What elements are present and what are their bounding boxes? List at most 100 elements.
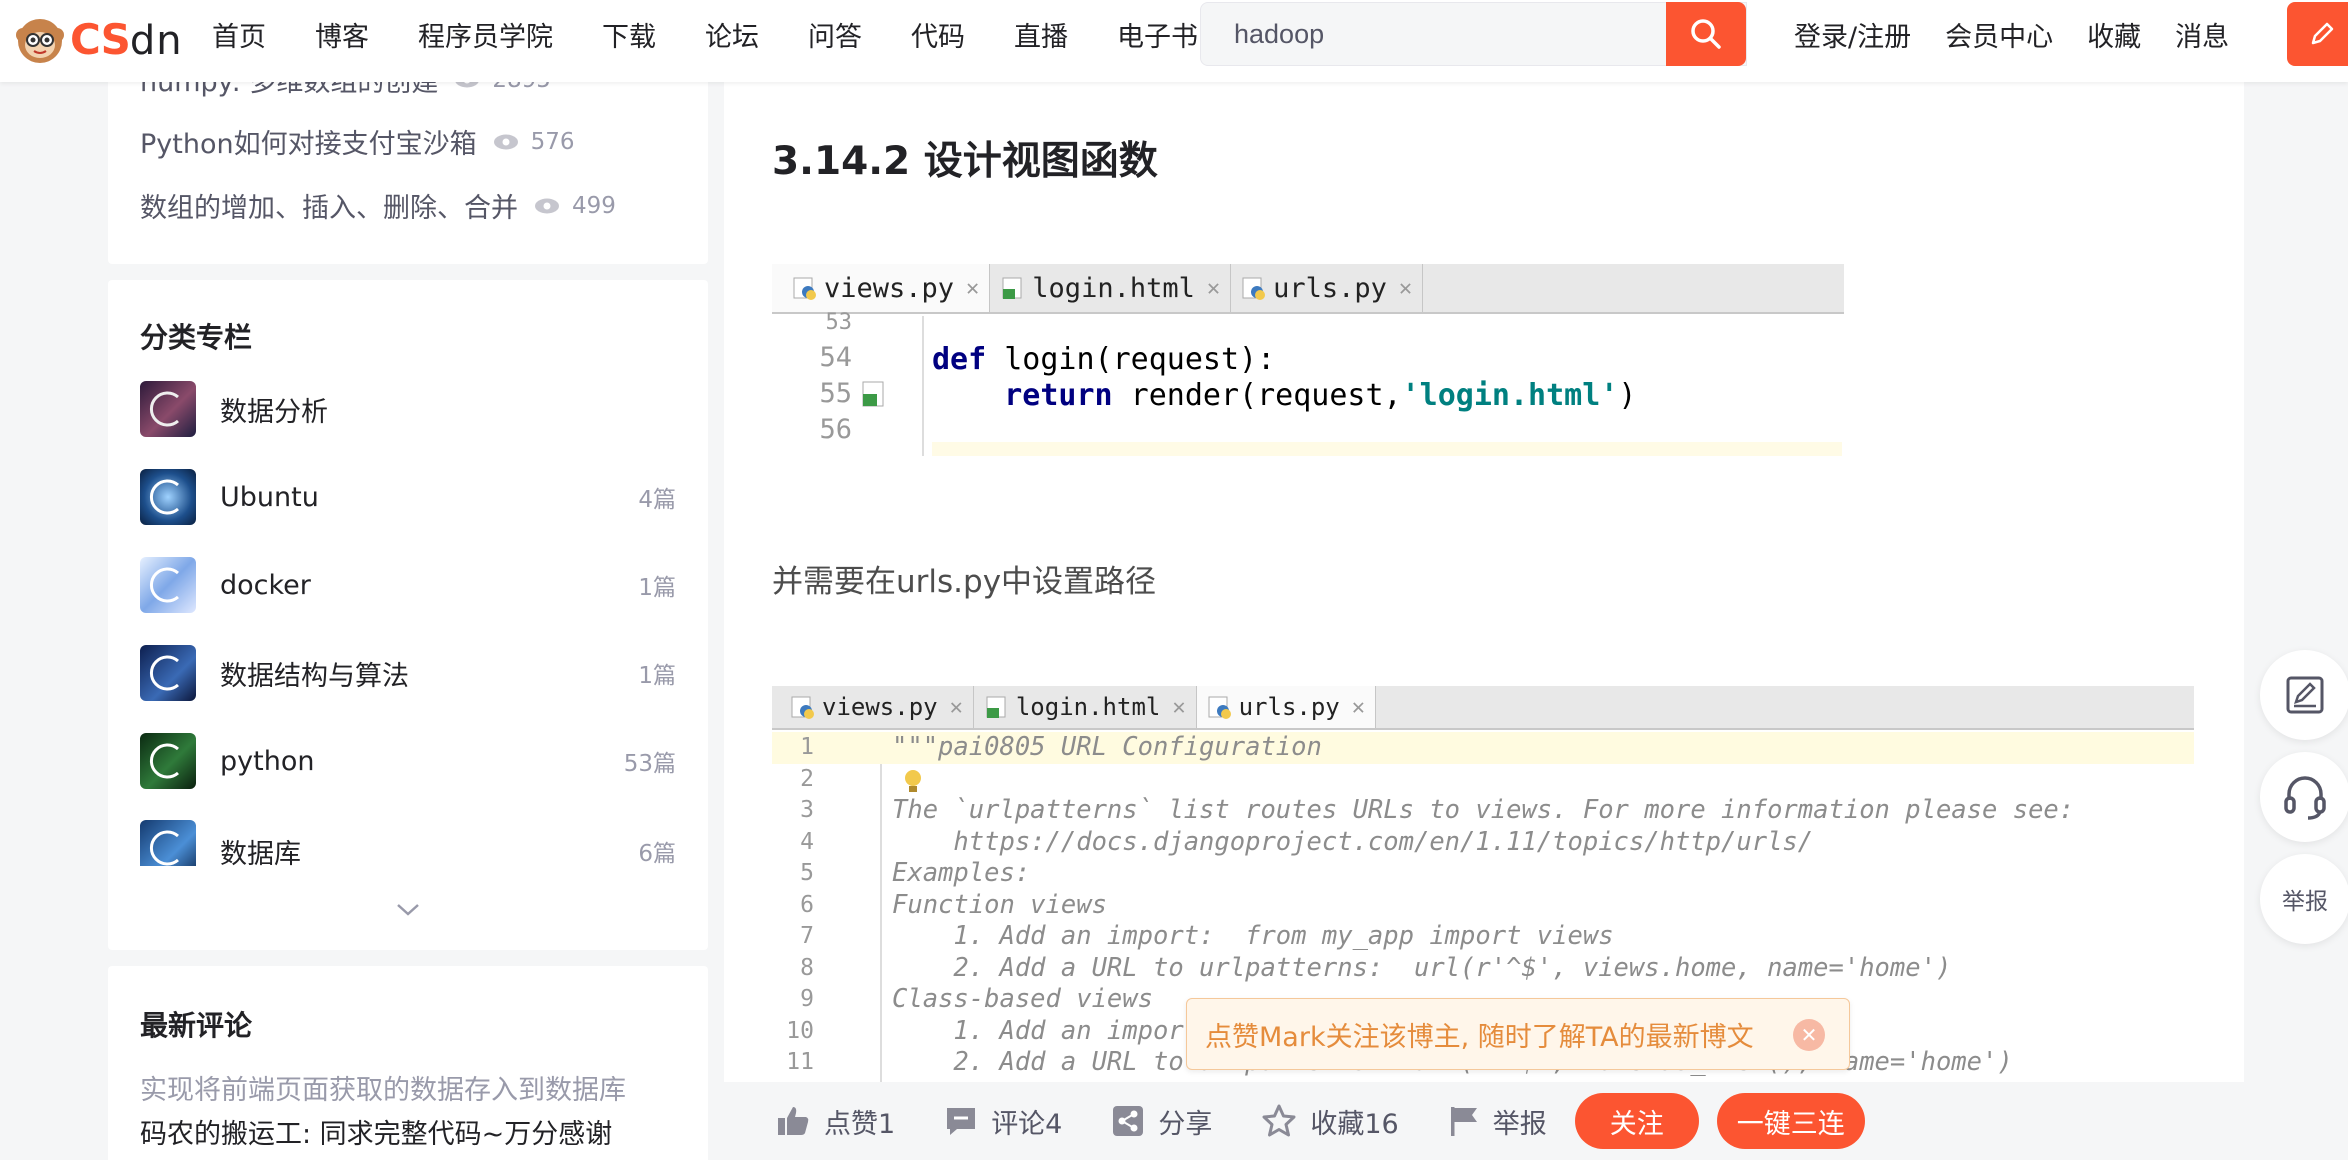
- star-icon: [1262, 1104, 1296, 1137]
- comment-button[interactable]: 评论4: [945, 1102, 1062, 1141]
- editor-tab: views.py ✕: [772, 264, 991, 312]
- comment-count: 评论4: [991, 1108, 1063, 1140]
- search-icon: [1691, 19, 1721, 49]
- vip-center-link[interactable]: 会员中心: [1945, 15, 2053, 54]
- code-line: The `urlpatterns` list routes URLs to vi…: [892, 795, 2075, 825]
- logo-mascot-icon: [14, 13, 66, 65]
- favorites-link[interactable]: 收藏: [2087, 15, 2141, 54]
- code-line: """pai0805 URL Configuration: [892, 732, 1322, 762]
- column-count: 53篇: [623, 751, 676, 777]
- column-thumbnail: [140, 469, 196, 525]
- close-tab-icon: ✕: [1172, 694, 1186, 720]
- python-file-icon: [792, 275, 818, 301]
- edit-note-icon: [2286, 676, 2324, 714]
- line-number: 7: [800, 923, 814, 949]
- hot-article-views: 576: [530, 128, 575, 155]
- column-name: 数据分析: [220, 396, 328, 428]
- line-number: 9: [800, 986, 814, 1012]
- like-button[interactable]: 点赞1: [776, 1102, 895, 1141]
- line-number: 2: [800, 765, 814, 792]
- hot-article-item[interactable]: 数组的增加、插入、删除、合并 499: [140, 186, 616, 225]
- nav-qa[interactable]: 问答: [808, 15, 862, 54]
- close-tab-icon: ✕: [966, 275, 980, 301]
- column-thumbnail: [140, 381, 196, 437]
- categories-card: 分类专栏 数据分析 Ubuntu 4篇 docker 1篇 数据结构与算法 1篇…: [108, 280, 708, 950]
- messages-link[interactable]: 消息: [2175, 15, 2229, 54]
- code-line: Function views: [892, 889, 1107, 920]
- code-line: Class-based views: [892, 984, 1153, 1014]
- editor-tab: login.html ✕: [974, 686, 1197, 728]
- line-number: 6: [800, 891, 814, 918]
- csdn-logo[interactable]: CSdn: [14, 8, 183, 70]
- eye-icon: [535, 198, 559, 213]
- close-tab-icon: ✕: [1206, 275, 1221, 301]
- nav-blog[interactable]: 博客: [315, 15, 369, 54]
- column-item[interactable]: 数据分析: [140, 380, 676, 438]
- column-thumbnail: [140, 820, 196, 866]
- customer-service-button[interactable]: [2260, 752, 2348, 842]
- nav-live[interactable]: 直播: [1014, 15, 1068, 54]
- edit-tool-button[interactable]: [2260, 650, 2348, 740]
- column-item[interactable]: 数据结构与算法 1篇: [140, 644, 676, 702]
- line-number: 3: [800, 797, 814, 823]
- comment-text: 码农的搬运工: 同求完整代码~万分感谢: [140, 1119, 613, 1150]
- column-item[interactable]: docker 1篇: [140, 556, 676, 614]
- triple-action-button[interactable]: 一键三连: [1716, 1093, 1865, 1149]
- nav-academy[interactable]: 程序员学院: [418, 15, 553, 54]
- report-label: 举报: [1492, 1108, 1547, 1140]
- login-link[interactable]: 登录/注册: [1794, 15, 1911, 54]
- column-thumbnail: [140, 733, 196, 789]
- search-input[interactable]: [1201, 3, 1746, 65]
- close-tab-icon: ✕: [1398, 275, 1413, 301]
- code-line: Examples:: [892, 858, 1031, 888]
- code-line: https://docs.djangoproject.com/en/1.11/t…: [892, 826, 1814, 857]
- line-number: 1: [800, 734, 814, 760]
- nav-home[interactable]: 首页: [212, 15, 266, 54]
- editor-tab: login.html ✕: [990, 264, 1232, 312]
- nav-code[interactable]: 代码: [911, 15, 965, 54]
- column-thumbnail: [140, 557, 196, 613]
- pen-icon: [2311, 22, 2334, 45]
- column-item[interactable]: 数据库 6篇: [140, 820, 676, 866]
- article-action-bar: 点赞1 评论4 分享 收藏16 举报 关注 一键三连: [724, 1082, 2244, 1160]
- collect-button[interactable]: 收藏16: [1262, 1102, 1399, 1141]
- collect-count: 收藏16: [1310, 1108, 1399, 1140]
- nav-ebook[interactable]: 电子书: [1117, 15, 1198, 54]
- column-name: python: [220, 745, 315, 777]
- nav-forum[interactable]: 论坛: [705, 15, 759, 54]
- column-item[interactable]: python 53篇: [140, 732, 676, 790]
- logo-text: CS: [70, 14, 131, 64]
- hot-article-title: Python如何对接支付宝沙箱: [140, 129, 477, 160]
- report-tool-button[interactable]: 举报: [2260, 854, 2348, 944]
- column-count: 1篇: [638, 663, 676, 689]
- editor-tab: urls.py ✕: [1231, 264, 1424, 312]
- close-tab-icon: ✕: [1351, 694, 1365, 720]
- line-number: 10: [786, 1017, 814, 1044]
- share-icon: [1113, 1106, 1144, 1136]
- column-item[interactable]: Ubuntu 4篇: [140, 468, 676, 526]
- write-article-button[interactable]: [2287, 2, 2348, 66]
- article-paragraph: 并需要在urls.py中设置路径: [772, 564, 1157, 600]
- expand-columns-button[interactable]: [393, 900, 423, 920]
- share-button[interactable]: 分享: [1112, 1102, 1212, 1141]
- close-tooltip-icon[interactable]: ✕: [1793, 1019, 1825, 1051]
- line-number: 5: [800, 860, 814, 886]
- html-file-icon: [860, 380, 888, 410]
- code-line: 2. Add a URL to urlpatterns: url(r'^$', …: [892, 952, 1952, 983]
- close-tab-icon: ✕: [949, 694, 963, 720]
- thumbs-up-icon: [778, 1107, 809, 1135]
- hot-article-item[interactable]: Python如何对接支付宝沙箱 576: [140, 122, 575, 161]
- eye-icon: [493, 134, 518, 149]
- code-screenshot-views: views.py ✕ login.html ✕ urls.py ✕ 53 54 55 …: [772, 264, 1844, 456]
- categories-title: 分类专栏: [140, 321, 253, 354]
- editor-tab: views.py ✕: [772, 686, 974, 728]
- python-file-icon: [1241, 275, 1267, 301]
- report-button[interactable]: 举报: [1449, 1102, 1547, 1141]
- nav-download[interactable]: 下载: [602, 15, 656, 54]
- column-name: 数据结构与算法: [220, 660, 409, 692]
- search-button[interactable]: [1666, 2, 1746, 66]
- follow-button[interactable]: 关注: [1574, 1093, 1699, 1149]
- follow-tooltip-text: 点赞Mark关注该博主, 随时了解TA的最新博文: [1205, 1021, 1754, 1053]
- follow-tooltip: 点赞Mark关注该博主, 随时了解TA的最新博文 ✕: [1186, 998, 1850, 1070]
- comment-article-link[interactable]: 实现将前端页面获取的数据存入到数据库: [140, 1068, 626, 1107]
